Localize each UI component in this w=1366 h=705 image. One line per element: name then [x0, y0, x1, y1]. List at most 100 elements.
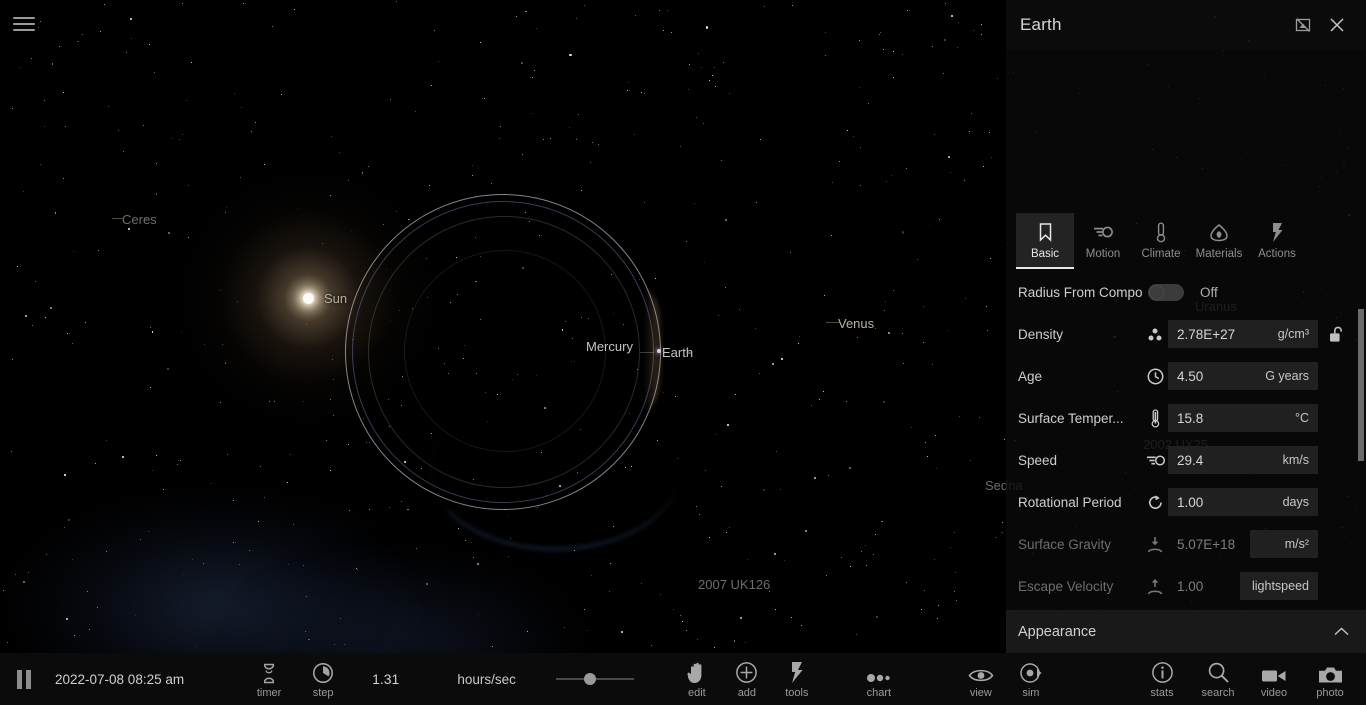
sim-label: sim — [1022, 686, 1040, 699]
property-unit[interactable]: km/s — [1283, 453, 1309, 467]
search-icon — [1207, 660, 1230, 684]
hamburger-menu-icon[interactable] — [13, 14, 37, 34]
property-label: Density — [1018, 326, 1064, 342]
property-unit-selector[interactable]: lightspeed — [1240, 572, 1318, 600]
droplet-icon — [1209, 220, 1229, 244]
object-properties-panel: Earth Basic Motion Climate Materials Act… — [1006, 0, 1366, 653]
earth-body[interactable] — [657, 349, 661, 353]
tab-actions[interactable]: Actions — [1248, 213, 1306, 269]
chart-label: chart — [866, 686, 892, 699]
time-rate-unit[interactable]: hours/sec — [457, 672, 516, 687]
sun-body[interactable] — [302, 292, 314, 304]
panel-header: Earth — [1006, 0, 1366, 50]
property-unit[interactable]: days — [1283, 495, 1309, 509]
property-value: 2.78E+27 — [1177, 326, 1236, 342]
hamburger-bar — [13, 29, 35, 31]
search-label: search — [1201, 686, 1235, 699]
hourglass-icon — [261, 660, 277, 684]
timer-label: timer — [256, 686, 282, 699]
property-value: 4.50 — [1177, 368, 1204, 384]
tab-climate[interactable]: Climate — [1132, 213, 1190, 269]
speed-icon — [1142, 453, 1168, 468]
mercury-leader-line — [640, 352, 654, 353]
lightning-icon — [790, 660, 804, 684]
property-value-field[interactable]: 5.07E+18 — [1168, 530, 1250, 558]
property-unit-selector[interactable]: m/s² — [1250, 530, 1318, 558]
tab-basic[interactable]: Basic — [1016, 213, 1074, 269]
scene-label-earth[interactable]: Earth — [662, 345, 693, 360]
orbit-icon — [1019, 660, 1043, 684]
time-rate-slider[interactable] — [555, 669, 634, 689]
add-button[interactable]: add — [722, 653, 772, 705]
property-value: 5.07E+18 — [1177, 536, 1236, 552]
close-icon[interactable] — [1320, 8, 1354, 42]
property-unit[interactable]: g/cm³ — [1278, 327, 1309, 341]
timer-button[interactable]: timer — [242, 653, 296, 705]
scene-label-venus[interactable]: Venus — [838, 316, 874, 331]
property-unit[interactable]: G years — [1265, 369, 1309, 383]
scene-label-ceres[interactable]: Ceres — [122, 212, 157, 227]
stats-button[interactable]: stats — [1134, 653, 1190, 705]
camera-icon — [1318, 660, 1343, 684]
property-label: Radius From Composi... — [1018, 284, 1142, 300]
tab-materials[interactable]: Materials — [1190, 213, 1248, 269]
property-value-field[interactable]: 29.4 km/s — [1168, 446, 1318, 474]
property-value-field[interactable]: 1.00 days — [1168, 488, 1318, 516]
property-value: 1.00 — [1177, 578, 1204, 594]
property-row-speed: Speed 29.4 km/s — [1006, 439, 1366, 481]
pause-icon[interactable] — [0, 669, 48, 689]
panel-tabs: Basic Motion Climate Materials Actions — [1006, 213, 1366, 269]
edit-button[interactable]: edit — [672, 653, 722, 705]
property-value-field[interactable]: 15.8 °C — [1168, 404, 1318, 432]
gravity-up-icon — [1142, 578, 1168, 595]
property-label: Speed — [1018, 452, 1058, 468]
slider-thumb[interactable] — [583, 673, 596, 685]
panel-preview-area — [1006, 50, 1366, 213]
rotation-icon — [1142, 494, 1168, 511]
info-circle-icon — [1151, 660, 1174, 684]
video-button[interactable]: video — [1246, 653, 1302, 705]
appearance-label: Appearance — [1018, 623, 1097, 640]
step-clock-icon — [312, 660, 334, 684]
property-value-field[interactable]: 4.50 G years — [1168, 362, 1318, 390]
radius-from-composition-toggle[interactable] — [1148, 283, 1184, 301]
lock-open-icon[interactable] — [1326, 326, 1346, 343]
photo-button[interactable]: photo — [1302, 653, 1358, 705]
simulation-datetime[interactable]: 2022-07-08 08:25 am — [55, 672, 184, 687]
appearance-section-header[interactable]: Appearance — [1006, 610, 1366, 653]
video-camera-icon — [1261, 660, 1287, 684]
sim-button[interactable]: sim — [1006, 653, 1056, 705]
bookmark-icon — [1037, 220, 1054, 244]
eye-icon — [968, 660, 994, 684]
property-value-field[interactable]: 2.78E+27 g/cm³ — [1168, 320, 1318, 348]
step-button[interactable]: step — [296, 653, 350, 705]
search-button[interactable]: search — [1190, 653, 1246, 705]
property-unit[interactable]: °C — [1295, 411, 1309, 425]
time-rate-value[interactable]: 1.31 — [372, 671, 399, 687]
tools-button[interactable]: tools — [772, 653, 822, 705]
property-row-age: Age 4.50 G years — [1006, 355, 1366, 397]
scene-label-2007-uk126[interactable]: 2007 UK126 — [698, 577, 770, 592]
tab-motion[interactable]: Motion — [1074, 213, 1132, 269]
scrollbar-thumb[interactable] — [1358, 309, 1364, 461]
add-label: add — [737, 686, 757, 699]
property-row-escape-velocity: Escape Velocity 1.00 lightspeed — [1006, 565, 1366, 607]
video-label: video — [1260, 686, 1288, 699]
property-row-surface-temper: Surface Temper... 15.8 °C — [1006, 397, 1366, 439]
property-label: Age — [1018, 368, 1043, 384]
gravity-down-icon — [1142, 536, 1168, 553]
property-value-field[interactable]: 1.00 — [1168, 572, 1240, 600]
property-value: 29.4 — [1177, 452, 1204, 468]
scene-label-mercury[interactable]: Mercury — [586, 339, 633, 354]
property-label: Surface Gravity — [1018, 536, 1112, 552]
bottom-toolbar: 2022-07-08 08:25 am timer step 1.31 hour… — [0, 653, 1366, 705]
tab-materials-label: Materials — [1195, 248, 1243, 260]
chart-button[interactable]: chart — [854, 653, 904, 705]
scene-label-sun[interactable]: Sun — [324, 291, 347, 306]
properties-scrollbar[interactable] — [1358, 309, 1364, 609]
view-button[interactable]: view — [956, 653, 1006, 705]
lightning-icon — [1271, 220, 1284, 244]
tab-actions-label: Actions — [1258, 248, 1296, 260]
thermometer-icon — [1142, 408, 1168, 428]
screenshot-off-icon[interactable] — [1286, 8, 1320, 42]
